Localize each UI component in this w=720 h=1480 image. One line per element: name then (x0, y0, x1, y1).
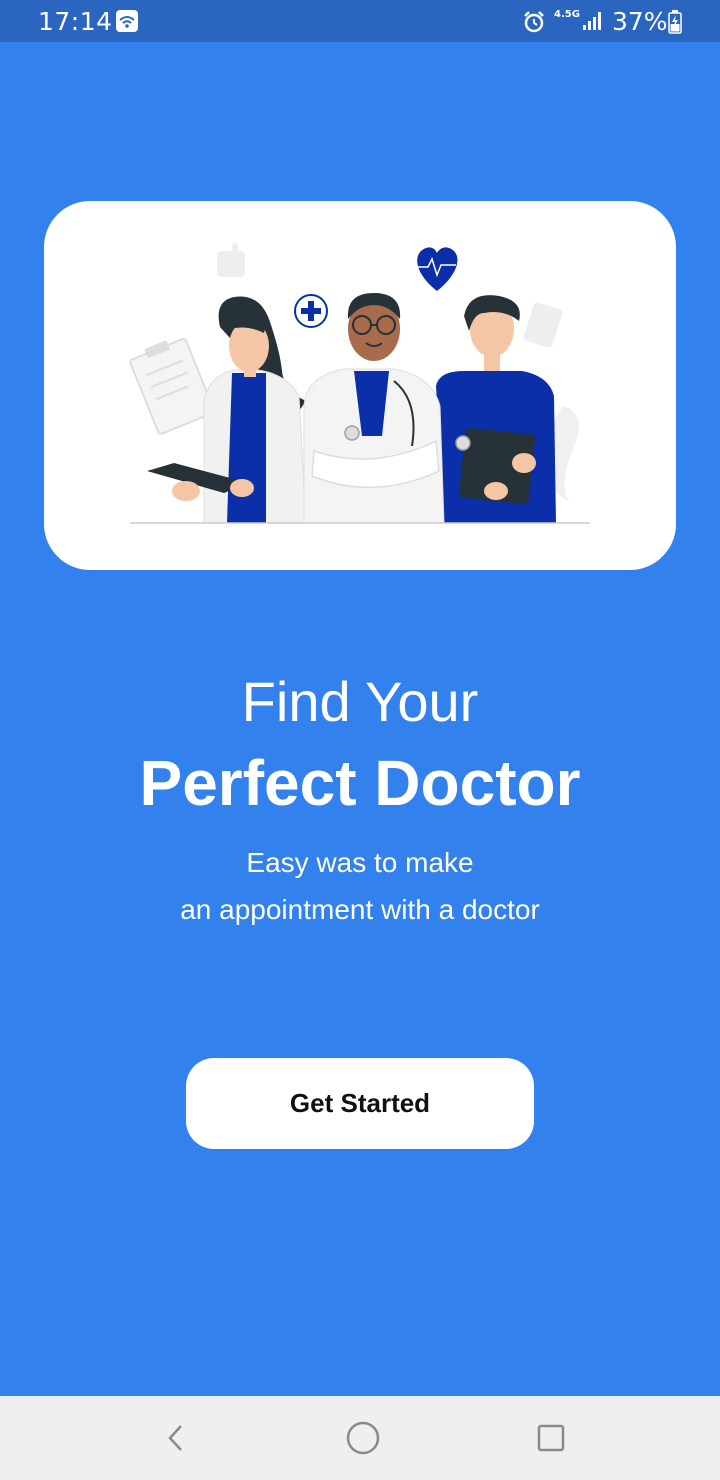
battery-charging-icon (668, 10, 682, 34)
headline-line1: Find Your (241, 670, 479, 733)
hero-card (44, 201, 676, 570)
wifi-icon (116, 10, 138, 32)
subtitle-line1: Easy was to make (246, 847, 474, 878)
headline-line2: Perfect Doctor (139, 747, 581, 819)
recents-icon[interactable] (527, 1414, 575, 1462)
navigation-bar (0, 1396, 720, 1480)
back-icon[interactable] (152, 1414, 200, 1462)
status-time: 17:14 (38, 7, 113, 36)
alarm-icon (522, 10, 546, 34)
network-type: 4.5G (554, 9, 580, 20)
home-icon[interactable] (339, 1414, 387, 1462)
three-doctors-illustration (129, 243, 590, 524)
get-started-button[interactable]: Get Started (186, 1058, 534, 1149)
subtitle-line2: an appointment with a doctor (180, 894, 540, 925)
battery-percent: 37% (612, 7, 668, 36)
signal-icon (582, 11, 602, 31)
status-bar: 17:14 4.5G 37% (0, 0, 720, 42)
